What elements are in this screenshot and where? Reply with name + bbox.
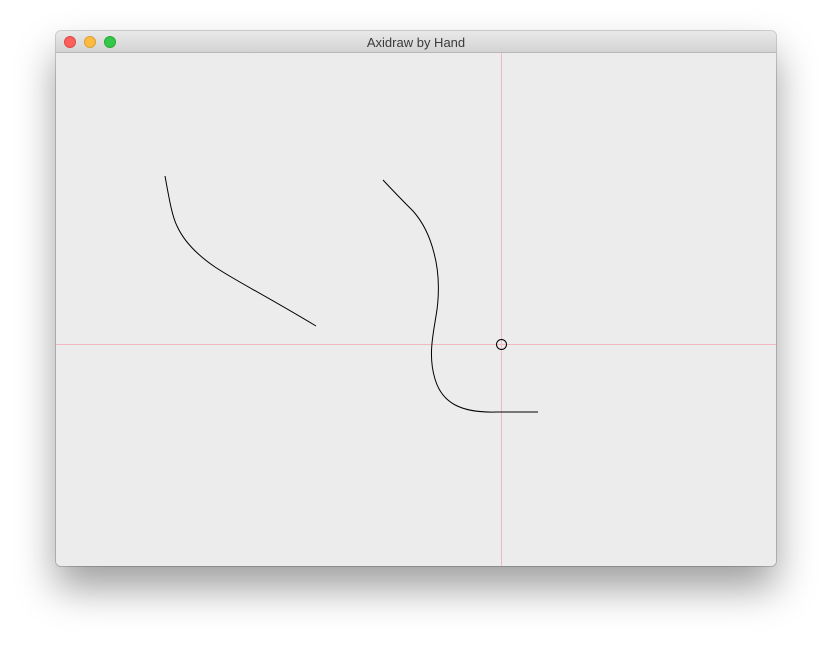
window-title: Axidraw by Hand — [366, 35, 466, 50]
drawn-stroke-2 — [382, 179, 538, 413]
drawing-canvas[interactable] — [56, 53, 776, 566]
app-window: Axidraw by Hand — [56, 31, 776, 566]
title-bar[interactable]: Axidraw by Hand — [56, 31, 776, 53]
drawn-stroke-1 — [164, 175, 317, 327]
drawing-surface[interactable] — [56, 53, 776, 566]
